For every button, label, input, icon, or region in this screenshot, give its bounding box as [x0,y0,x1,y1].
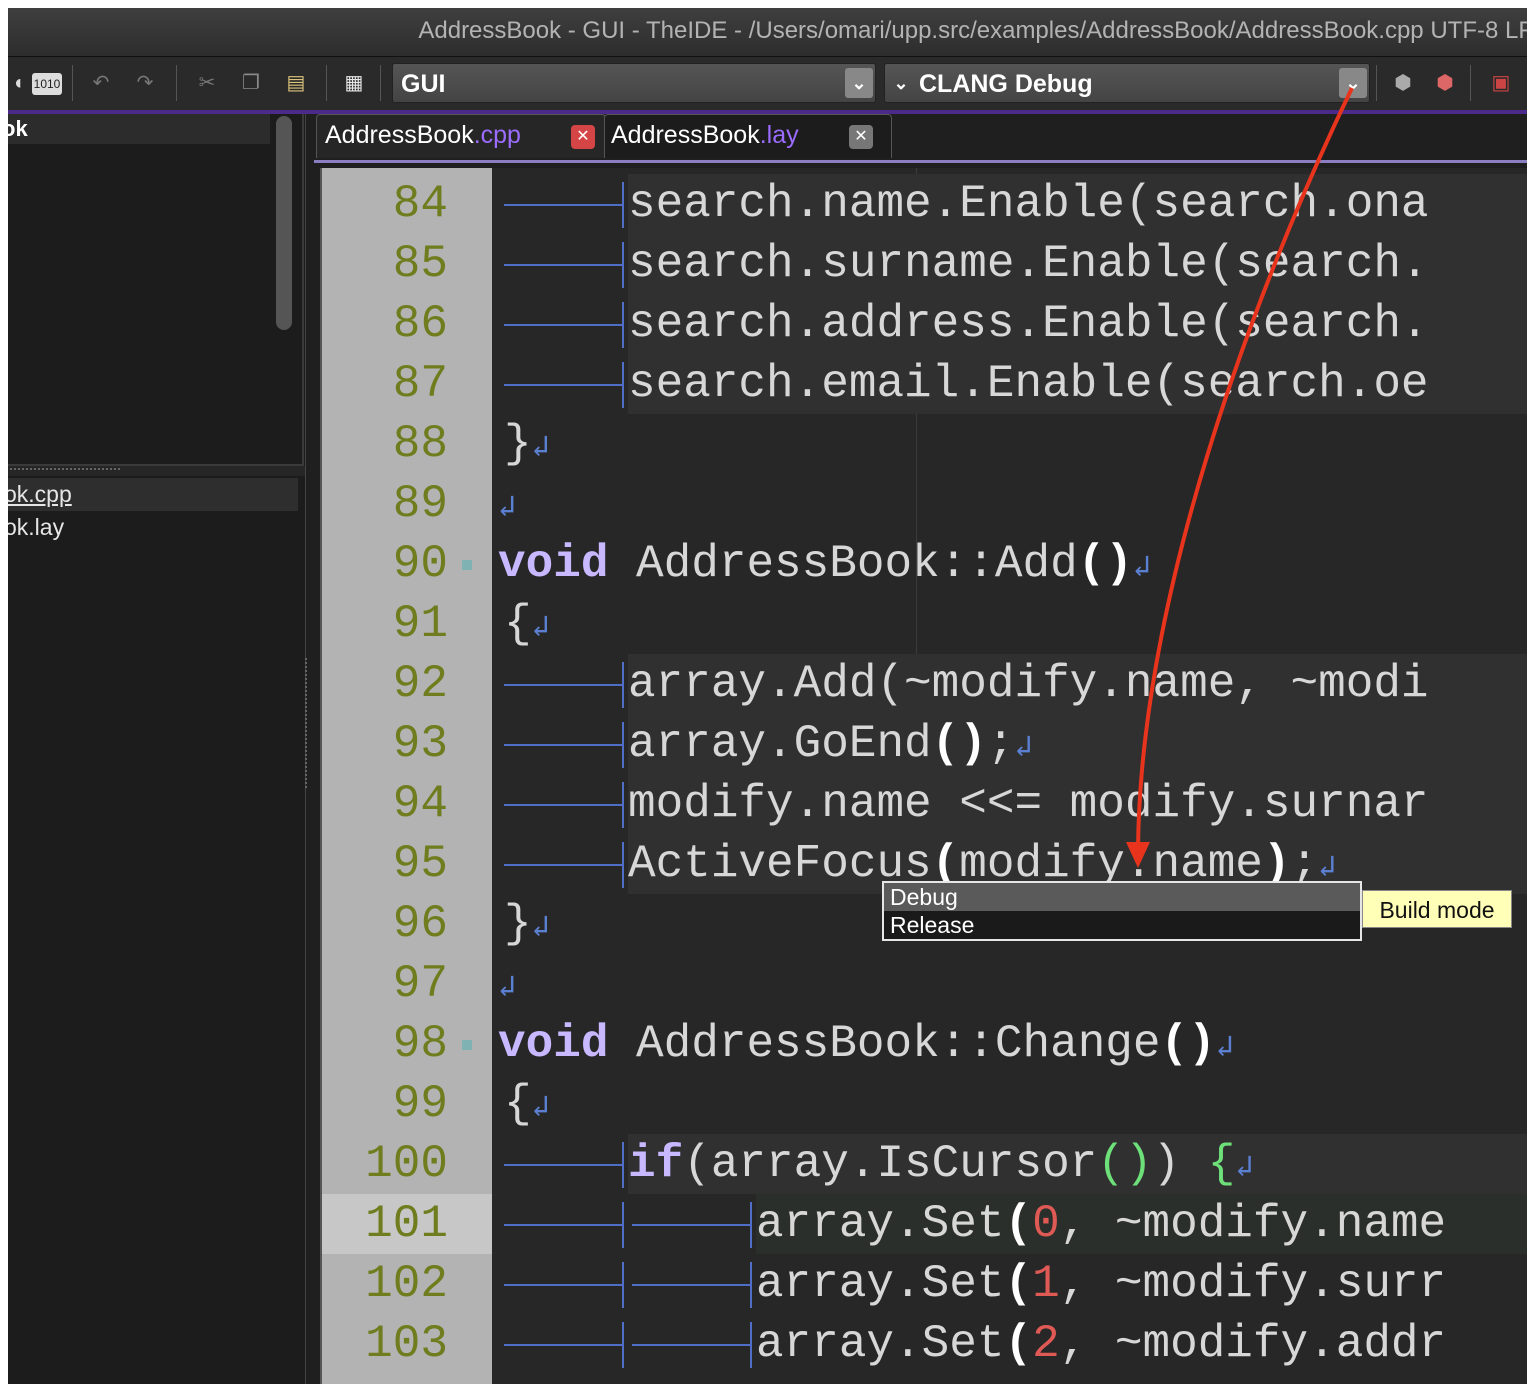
toolbar-separator [326,65,327,101]
line-number: 97 [392,958,448,1010]
line-number: 93 [392,718,448,770]
title-bar: AddressBook - GUI - TheIDE - /Users/omar… [8,8,1527,57]
package-item[interactable]: ok [8,114,270,144]
build-mode-dropdown: Debug Release [882,881,1362,941]
line-number: 92 [392,658,448,710]
window-title: AddressBook - GUI - TheIDE - /Users/omar… [418,17,1527,44]
chevron-down-icon[interactable]: ⌄ [889,68,913,98]
package-label: ok [8,116,28,141]
code-line: {↲ [504,598,550,650]
close-icon[interactable]: ✕ [571,125,595,149]
package-list: ok [8,114,304,466]
file-item[interactable]: ok.lay [8,511,298,544]
tab-addressbook-lay[interactable]: AddressBook.lay ✕ [604,114,892,158]
close-icon[interactable]: ✕ [849,125,873,149]
line-number: 103 [365,1318,448,1370]
code-line: search.surname.Enable(search. [628,234,1527,294]
line-number-current: 101 [322,1194,492,1254]
code-line: search.address.Enable(search. [628,294,1527,354]
file-tabs: AddressBook.cpp ✕ AddressBook.lay ✕ [314,114,1527,163]
code-line: array.Set(2, ~modify.addr [756,1318,1447,1370]
toolbar-separator [72,65,73,101]
line-number: 87 [392,358,448,410]
code-line: array.GoEnd();↲ [628,714,1527,774]
line-number: 100 [365,1138,448,1190]
document-icon[interactable]: ▦ [340,67,368,99]
line-number: 95 [392,838,448,890]
code-editor[interactable]: 84 85 86 87 88 89 90 91 92 93 94 95 96 9… [320,168,1527,1384]
line-number: 98 [392,1018,448,1070]
code-line: search.email.Enable(search.oe [628,354,1527,414]
rebuild-icon[interactable]: ⬢ [1428,67,1462,99]
file-list: ok.cpp ok.lay [8,478,298,544]
line-number: 86 [392,298,448,350]
line-number: 96 [392,898,448,950]
panel-splitter[interactable] [8,466,305,476]
fold-marker[interactable] [462,1040,472,1050]
toolbar: ◖ 1010 ↶ ↷ ✂ ❐ ▤ ▦ GUI ⌄ ⌄ CLANG Debug ⌄… [8,57,1527,114]
line-number: 99 [392,1078,448,1130]
chevron-down-icon[interactable]: ⌄ [845,68,873,98]
build-mode-tooltip: Build mode [1362,890,1512,928]
line-number: 102 [365,1258,448,1310]
build-method-value: CLANG Debug [919,70,1093,98]
cut-icon[interactable]: ✂ [194,67,220,99]
ide-window: AddressBook - GUI - TheIDE - /Users/omar… [8,8,1527,1384]
code-line: void AddressBook::Change()↲ [498,1018,1234,1070]
code-line: ↲ [498,972,517,1006]
chevron-down-icon[interactable]: ⌄ [1339,68,1367,98]
line-number: 89 [392,478,448,530]
main-package-value: GUI [401,70,446,98]
line-number: 85 [392,238,448,290]
scrollbar-thumb[interactable] [276,116,292,330]
redo-icon[interactable]: ↷ [130,67,160,99]
code-line: if(array.IsCursor()) {↲ [628,1134,1527,1194]
code-line: array.Set(1, ~modify.surr [756,1258,1447,1310]
line-number: 90 [392,538,448,590]
option-release[interactable]: Release [884,911,1360,939]
toolbar-separator [380,65,381,101]
line-number: 84 [392,178,448,230]
code-line: ↲ [498,492,517,526]
build-icon[interactable]: ⬢ [1386,67,1420,99]
code-line: array.Add(~modify.name, ~modi [628,654,1527,714]
code-line: modify.name <<= modify.surnar [628,774,1527,834]
line-number: 91 [392,598,448,650]
undo-icon[interactable]: ↶ [86,67,116,99]
code-line: {↲ [504,1078,550,1130]
main-package-combo[interactable]: GUI ⌄ [392,63,876,103]
code-line: }↲ [504,418,550,470]
line-number: 88 [392,418,448,470]
file-item[interactable]: ok.cpp [8,478,298,511]
run-options-icon[interactable]: ▣ [1484,67,1518,99]
fold-marker[interactable] [462,560,472,570]
toolbar-separator [1470,65,1471,101]
vertical-splitter[interactable] [305,658,311,788]
tab-addressbook-cpp[interactable]: AddressBook.cpp ✕ [316,114,606,158]
code-line: void AddressBook::Add()↲ [498,538,1151,590]
build-method-combo[interactable]: ⌄ CLANG Debug ⌄ [884,63,1370,103]
toolbar-separator [1376,65,1377,101]
paste-icon[interactable]: ▤ [282,67,310,99]
code-line: }↲ [504,898,550,950]
toolbar-separator [176,65,177,101]
binary-icon[interactable]: 1010 [32,73,62,95]
code-line-current: array.Set(0, ~modify.name [756,1194,1527,1254]
code-line: search.name.Enable(search.ona [628,174,1527,234]
toolbar-partial-icon[interactable]: ◖ [8,67,28,99]
line-number: 94 [392,778,448,830]
copy-icon[interactable]: ❐ [238,67,264,99]
workspace-panel: ok ok.cpp ok.lay [8,114,306,1384]
option-debug[interactable]: Debug [884,883,1360,911]
